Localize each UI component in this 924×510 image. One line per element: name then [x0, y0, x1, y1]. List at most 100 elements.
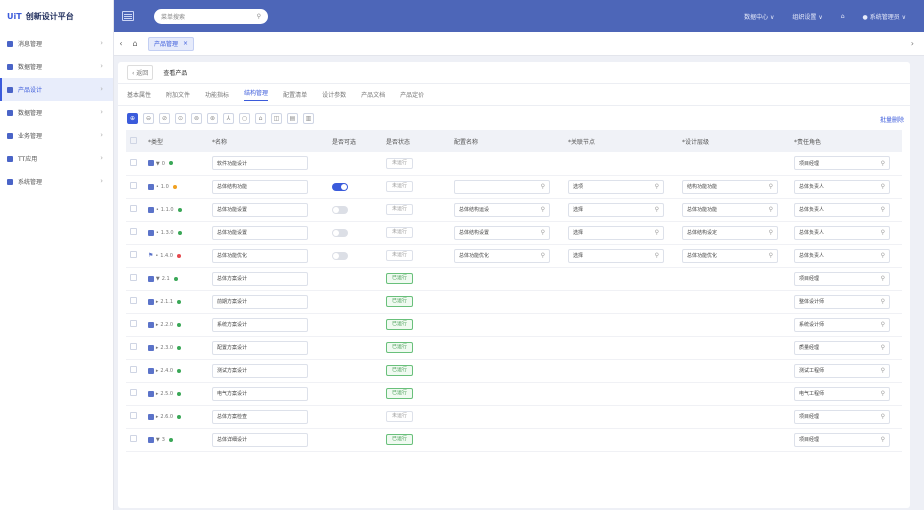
toolbar-tool-icon[interactable]: ⊕ [127, 112, 138, 124]
expand-toggle-icon[interactable]: • [156, 207, 159, 213]
search-icon[interactable]: ⚲ [769, 229, 773, 236]
table-row[interactable]: ▸ 2.5.0 电气方案设计 已运行 电气工程师 ⚲ [126, 382, 902, 406]
search-icon[interactable]: ⚲ [541, 206, 545, 213]
back-button[interactable]: ‹ 返回 [127, 65, 154, 80]
sidebar-item[interactable]: 系统管理 › [0, 170, 113, 193]
row-checkbox[interactable] [130, 228, 137, 235]
row-checkbox[interactable] [130, 389, 137, 396]
search-icon[interactable]: ⚲ [881, 344, 885, 351]
search-icon[interactable]: ⚲ [541, 183, 545, 190]
table-row[interactable]: ▸ 2.1.1 前期方案设计 已运行 整体设计师 ⚲ [126, 290, 902, 314]
table-row[interactable]: • 1.1.0 总体功能设置 未运行 总体结构运设 ⚲ 选择 ⚲ 总体功能功能 ⚲ 总体负责人 ⚲ [126, 198, 902, 222]
sidebar-item[interactable]: 数据管理 › [0, 55, 113, 78]
search-icon[interactable]: ⚲ [881, 160, 885, 167]
search-icon[interactable]: ⚲ [881, 275, 885, 282]
search-icon[interactable]: ⚲ [769, 206, 773, 213]
header-action[interactable]: 数据中心 ∨ [744, 12, 774, 21]
table-row[interactable]: ▼ 3 总体详细设计 已运行 项目经理 ⚲ [126, 428, 902, 452]
row-checkbox[interactable] [130, 274, 137, 281]
sidebar-item[interactable]: 业务管理 › [0, 124, 113, 147]
name-input[interactable]: 总体功能设置 [212, 225, 308, 240]
search-icon[interactable]: ⚲ [655, 183, 659, 190]
expand-toggle-icon[interactable]: • [156, 230, 159, 236]
row-checkbox[interactable] [130, 182, 137, 189]
table-row[interactable]: ⚑ • 1.4.0 总体功能优化 未运行 总体功能优化 ⚲ 选择 ⚲ 总体功能优化 ⚲ 总体负责人… [126, 244, 902, 268]
row-checkbox[interactable] [130, 297, 137, 304]
name-input[interactable]: 测试方案设计 [212, 363, 308, 378]
toolbar-tool-icon[interactable]: ⅄ [223, 112, 234, 124]
header-action[interactable]: ⌂ [841, 13, 845, 20]
node-select[interactable]: 选择 ⚲ [568, 202, 664, 217]
search-icon[interactable]: ⚲ [655, 206, 659, 213]
role-select[interactable]: 项目经理 ⚲ [794, 156, 890, 171]
search-icon[interactable]: ⚲ [881, 390, 885, 397]
expand-toggle-icon[interactable]: ▸ [156, 322, 159, 328]
search-icon[interactable]: ⚲ [881, 183, 885, 190]
search-icon[interactable]: ⚲ [257, 13, 261, 20]
table-row[interactable]: ▼ 0 软件功能设计 未运行 项目经理 ⚲ [126, 152, 902, 176]
level-select[interactable]: 总体功能优化 ⚲ [682, 248, 778, 263]
search-icon[interactable]: ⚲ [769, 183, 773, 190]
tab-item[interactable]: 产品文档 [361, 90, 385, 99]
search-icon[interactable]: ⚲ [655, 229, 659, 236]
tab-item[interactable]: 功能指标 [205, 90, 229, 99]
role-select[interactable]: 项目经理 ⚲ [794, 409, 890, 424]
name-input[interactable]: 前期方案设计 [212, 294, 308, 309]
sidebar-item[interactable]: 数据管理 › [0, 101, 113, 124]
table-row[interactable]: ▸ 2.4.0 测试方案设计 已运行 测试工程师 ⚲ [126, 359, 902, 383]
name-input[interactable]: 总体功能设置 [212, 202, 308, 217]
toolbar-tool-icon[interactable]: ⊚ [191, 112, 202, 124]
table-row[interactable]: ▸ 2.6.0 总体方案检查 未运行 项目经理 ⚲ [126, 405, 902, 429]
search-icon[interactable]: ⚲ [541, 229, 545, 236]
row-checkbox[interactable] [130, 158, 137, 166]
search-icon[interactable]: ⚲ [881, 206, 885, 213]
table-row[interactable]: • 1.0 总体结构功能 未运行 ⚲ 选项 ⚲ 结构功能功能 ⚲ 总体负责人 ⚲ [126, 175, 902, 199]
name-input[interactable]: 电气方案设计 [212, 386, 308, 401]
name-input[interactable]: 软件功能设计 [212, 156, 308, 171]
search-icon[interactable]: ⚲ [769, 252, 773, 259]
row-checkbox[interactable] [130, 320, 137, 327]
node-select[interactable]: 选项 ⚲ [568, 179, 664, 194]
expand-toggle-icon[interactable]: ▸ [156, 414, 159, 420]
header-action[interactable]: 组织设置 ∨ [792, 12, 822, 21]
name-input[interactable]: 总体方案设计 [212, 271, 308, 286]
row-checkbox[interactable] [130, 412, 137, 419]
search-icon[interactable]: ⚲ [881, 436, 885, 443]
name-input[interactable]: 总体方案检查 [212, 409, 308, 424]
expand-toggle-icon[interactable]: ▸ [156, 345, 159, 351]
role-select[interactable]: 总体负责人 ⚲ [794, 179, 890, 194]
row-checkbox[interactable] [130, 251, 137, 258]
role-select[interactable]: 总体负责人 ⚲ [794, 248, 890, 263]
expand-toggle-icon[interactable]: ▼ [156, 276, 160, 282]
role-select[interactable]: 总体负责人 ⚲ [794, 202, 890, 217]
toolbar-tool-icon[interactable]: ⊙ [175, 112, 186, 124]
level-select[interactable]: 总体结构设定 ⚲ [682, 225, 778, 240]
expand-toggle-icon[interactable]: ▸ [156, 368, 159, 374]
menu-toggle-icon[interactable] [122, 11, 134, 21]
tab-item[interactable]: 附加文件 [166, 90, 190, 99]
search-icon[interactable]: ⚲ [541, 252, 545, 259]
role-select[interactable]: 总体负责人 ⚲ [794, 225, 890, 240]
name-input[interactable]: 总体功能优化 [212, 248, 308, 263]
toolbar-tool-icon[interactable]: ⊘ [159, 112, 170, 124]
sidebar-item[interactable]: 产品设计 › [0, 78, 113, 101]
search-input[interactable]: 菜单搜索 ⚲ [154, 8, 268, 24]
role-select[interactable]: 整体设计师 ⚲ [794, 294, 890, 309]
expand-toggle-icon[interactable]: ▼ [156, 437, 160, 443]
search-icon[interactable]: ⚲ [881, 252, 885, 259]
row-checkbox[interactable] [130, 343, 137, 350]
toolbar-tool-icon[interactable]: ▤ [287, 112, 298, 124]
sidebar-item[interactable]: 消息管理 › [0, 32, 113, 55]
batch-delete-link[interactable]: 批量删除 [880, 115, 904, 124]
tab-item[interactable]: 基本属性 [127, 90, 151, 99]
optional-toggle[interactable] [332, 182, 348, 191]
role-select[interactable]: 项目经理 ⚲ [794, 271, 890, 286]
row-checkbox[interactable] [130, 205, 137, 212]
config-input[interactable]: 总体功能优化 ⚲ [454, 248, 550, 263]
role-select[interactable]: 项目经理 ⚲ [794, 432, 890, 447]
scrollbar[interactable] [905, 62, 908, 508]
table-row[interactable]: ▸ 2.3.0 配置方案设计 已运行 质量经理 ⚲ [126, 336, 902, 360]
table-row[interactable]: ▼ 2.1 总体方案设计 已运行 项目经理 ⚲ [126, 267, 902, 291]
optional-toggle[interactable] [332, 205, 348, 214]
search-icon[interactable]: ⚲ [881, 298, 885, 305]
